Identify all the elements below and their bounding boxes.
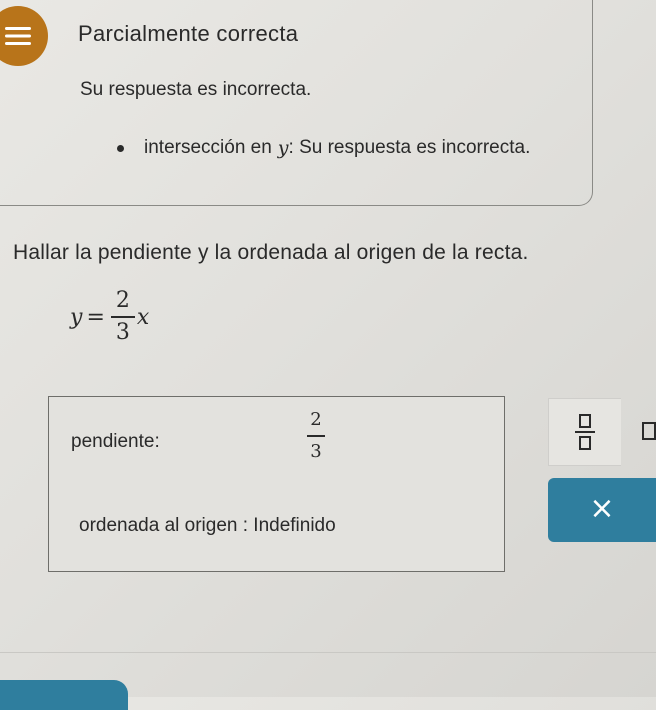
feedback-lines-icon xyxy=(0,6,48,66)
fraction-template-icon xyxy=(575,414,595,450)
fraction-template-button[interactable] xyxy=(548,398,621,466)
empty-box-icon xyxy=(642,422,656,440)
slope-numerator: 2 xyxy=(310,409,322,430)
feedback-list-item: intersección en y : Su respuesta es inco… xyxy=(117,137,530,159)
feedback-item-suffix: : Su respuesta es incorrecta. xyxy=(288,137,531,158)
intercept-answer[interactable]: ordenada al origen : Indefinido xyxy=(79,515,336,537)
close-icon: × xyxy=(589,491,615,526)
slope-label: pendiente: xyxy=(71,431,160,452)
slope-fraction-bar xyxy=(307,435,325,437)
feedback-message: Su respuesta es incorrecta. xyxy=(80,79,312,100)
answer-input-area[interactable]: pendiente: 2 3 ordenada al origen : Inde… xyxy=(48,396,505,572)
equation-numerator: 2 xyxy=(115,288,130,313)
question-text: Hallar la pendiente y la ordenada al ori… xyxy=(13,241,529,264)
equation-denominator: 3 xyxy=(115,320,130,345)
clear-button[interactable]: × xyxy=(548,478,656,542)
slope-denominator: 3 xyxy=(310,440,322,462)
equation-variable: x xyxy=(136,304,150,330)
bottom-action-button[interactable] xyxy=(0,680,128,710)
equation-fraction: 2 3 xyxy=(110,288,135,346)
feedback-item-variable: y xyxy=(277,137,289,159)
slope-answer-field[interactable]: 2 3 xyxy=(307,409,325,463)
equation-lhs: y xyxy=(70,304,83,330)
equation-equals: = xyxy=(86,304,105,330)
empty-box-button[interactable] xyxy=(620,398,656,464)
fraction-bar xyxy=(110,316,135,318)
feedback-panel: Parcialmente correcta Su respuesta es in… xyxy=(0,0,593,206)
feedback-item-prefix: intersección en xyxy=(144,137,272,158)
bullet-icon xyxy=(117,144,124,152)
feedback-title: Parcialmente correcta xyxy=(78,21,299,46)
divider xyxy=(0,652,656,653)
equation: y = 2 3 x xyxy=(70,288,149,346)
